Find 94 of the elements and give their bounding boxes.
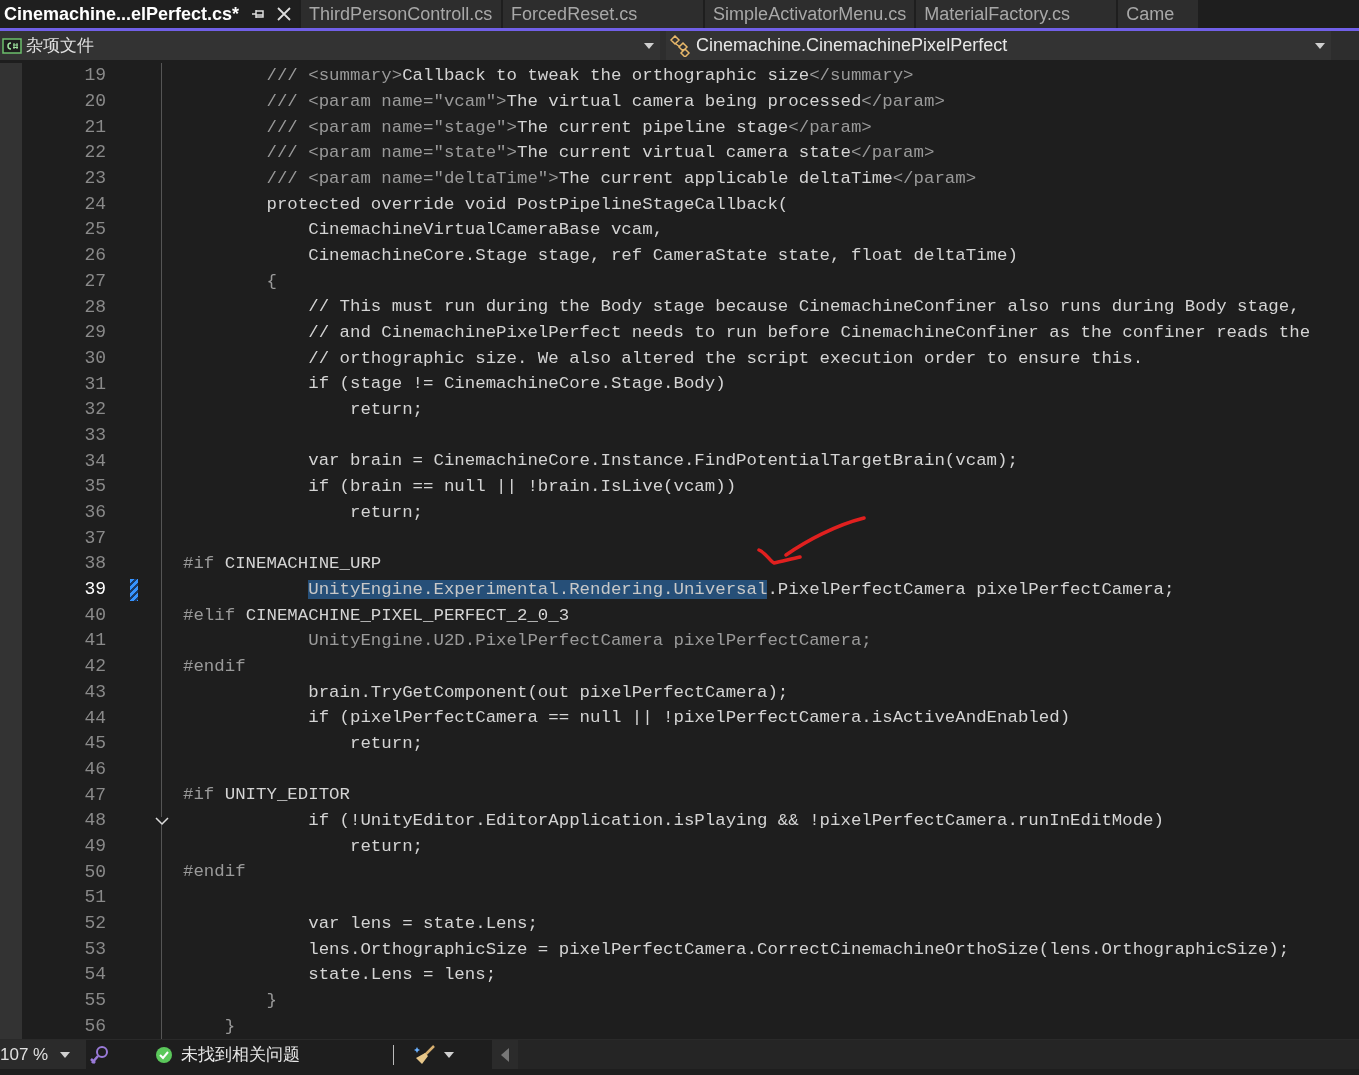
- file-tab[interactable]: SimpleActivatorMenu.cs: [705, 0, 915, 28]
- class-icon: [670, 34, 692, 57]
- project-name: 杂项文件: [26, 34, 95, 57]
- file-tab[interactable]: Came: [1118, 0, 1199, 28]
- code-line: #endif: [183, 657, 246, 676]
- code-line: }: [223, 1017, 236, 1035]
- code-line: var lens = state.Lens;: [307, 914, 538, 933]
- code-line: CinemachineCore.Stage stage, ref CameraState state, float deltaTime): [307, 246, 1018, 265]
- line-number: 38: [83, 552, 106, 576]
- line-number: 55: [83, 989, 106, 1013]
- code-line: return;: [349, 401, 424, 419]
- code-line: /// <param name="stage">The current pipeline stage</param>: [265, 118, 872, 136]
- line-number: 49: [83, 834, 106, 858]
- line-number: 53: [83, 937, 106, 961]
- line-number: 45: [83, 732, 106, 756]
- code-line: /// <param name="vcam">The virtual camera being processed</param>: [265, 92, 945, 111]
- code-line: #if CINEMACHINE_URP: [183, 555, 382, 573]
- line-number: 25: [83, 218, 106, 242]
- line-number: 51: [83, 886, 106, 910]
- line-number: 56: [83, 1014, 106, 1038]
- code-line: /// <param name="state">The current virtual camera state</param>: [265, 144, 935, 162]
- code-line: return;: [349, 503, 424, 522]
- line-number: 39: [83, 578, 106, 602]
- code-line: /// <summary>Callback to tweak the orthographic size</summary>: [265, 67, 914, 85]
- check-circle-icon: [156, 1046, 172, 1063]
- code-line: lens.OrthographicSize = pixelPerfectCamera.CorrectCinemachineOrthoSize(lens.OrthographicSize);: [307, 940, 1290, 958]
- code-line: state.Lens = lens;: [307, 966, 497, 984]
- project-dropdown[interactable]: 杂项文件: [0, 31, 660, 60]
- class-dropdown[interactable]: Cinemachine.CinemachinePixelPerfect: [666, 31, 1331, 60]
- code-line: brain.TryGetComponent(out pixelPerfectCamera);: [307, 683, 789, 702]
- line-number: 31: [83, 372, 106, 396]
- code-line: if (brain == null || !brain.IsLive(vcam)): [307, 478, 737, 496]
- code-line: protected override void PostPipelineStageCallback(: [265, 195, 789, 213]
- code-line: if (stage != CinemachineCore.Stage.Body): [307, 375, 726, 393]
- line-number: 23: [83, 167, 106, 191]
- code-line: UnityEngine.U2D.PixelPerfectCamera pixelPerfectCamera;: [307, 632, 872, 650]
- code-line: CinemachineVirtualCameraBase vcam,: [307, 221, 664, 239]
- file-tab[interactable]: ThirdPersonControll.cs: [301, 0, 502, 28]
- line-number: 19: [83, 64, 106, 88]
- code-line: #elif CINEMACHINE_PIXEL_PERFECT_2_0_3: [183, 606, 570, 624]
- line-number: 33: [83, 423, 106, 447]
- code-line: // and CinemachinePixelPerfect needs to run before CinemachineConfiner as the confiner reads the: [307, 324, 1311, 342]
- code-line: if (!UnityEditor.EditorApplication.isPlaying && !pixelPerfectCamera.runInEditMode): [307, 812, 1164, 830]
- line-number: 22: [83, 141, 106, 165]
- file-tab[interactable]: MaterialFactory.cs: [916, 0, 1117, 28]
- line-number: 30: [83, 346, 106, 370]
- line-number: 27: [83, 269, 106, 293]
- class-name: Cinemachine.CinemachinePixelPerfect: [696, 34, 1009, 57]
- line-number: 54: [83, 963, 106, 987]
- csharp-file-icon: [2, 37, 22, 54]
- line-number: 42: [83, 655, 106, 679]
- line-number: 20: [83, 90, 106, 114]
- file-tab[interactable]: ForcedReset.cs: [503, 0, 704, 28]
- line-number: 50: [83, 860, 106, 884]
- line-number: 21: [83, 115, 106, 139]
- code-line: if (pixelPerfectCamera == null || !pixelPerfectCamera.isActiveAndEnabled): [307, 709, 1071, 727]
- scroll-left-icon[interactable]: [501, 1047, 509, 1062]
- line-number: 36: [83, 501, 106, 525]
- dropdown-caret-icon: [1315, 42, 1325, 49]
- code-line: #endif: [183, 863, 246, 881]
- code-line: // This must run during the Body stage because CinemachineConfiner also runs during Body stage,: [307, 298, 1300, 316]
- line-number: 26: [83, 244, 106, 268]
- close-icon[interactable]: [277, 7, 292, 21]
- code-line: /// <param name="deltaTime">The current applicable deltaTime</param>: [265, 169, 977, 188]
- issues-status[interactable]: 未找到相关问题: [181, 1041, 393, 1068]
- line-number: 35: [83, 475, 106, 499]
- line-number: 34: [83, 449, 106, 473]
- dropdown-caret-icon: [444, 1051, 454, 1058]
- line-number: 52: [83, 912, 106, 936]
- code-line: return;: [349, 837, 424, 856]
- broom-icon[interactable]: [414, 1043, 436, 1066]
- line-number: 28: [83, 295, 106, 319]
- collapse-chevron-icon[interactable]: [154, 816, 169, 825]
- zoom-dropdown[interactable]: 107 %: [0, 1040, 86, 1069]
- line-number: 32: [83, 398, 106, 422]
- code-line: // orthographic size. We also altered the script execution order to ensure this.: [307, 349, 1144, 368]
- line-number: 46: [83, 757, 106, 781]
- dropdown-caret-icon: [60, 1051, 71, 1058]
- pin-icon[interactable]: [251, 7, 266, 21]
- code-line: return;: [349, 735, 424, 753]
- code-line: {: [265, 272, 277, 291]
- line-number: 41: [83, 629, 106, 653]
- code-line: var brain = CinemachineCore.Instance.FindPotentialTargetBrain(vcam);: [307, 452, 1018, 470]
- line-number: 40: [83, 603, 106, 627]
- line-number: 24: [83, 192, 106, 216]
- line-number: 44: [83, 706, 106, 730]
- line-number: 47: [83, 783, 106, 807]
- line-number: 48: [83, 809, 106, 833]
- code-line: #if UNITY_EDITOR: [183, 786, 350, 804]
- line-number: 43: [83, 680, 106, 704]
- code-line: }: [265, 991, 277, 1010]
- dropdown-caret-icon: [644, 42, 654, 49]
- line-number: 29: [83, 321, 106, 345]
- line-number: 37: [83, 526, 106, 550]
